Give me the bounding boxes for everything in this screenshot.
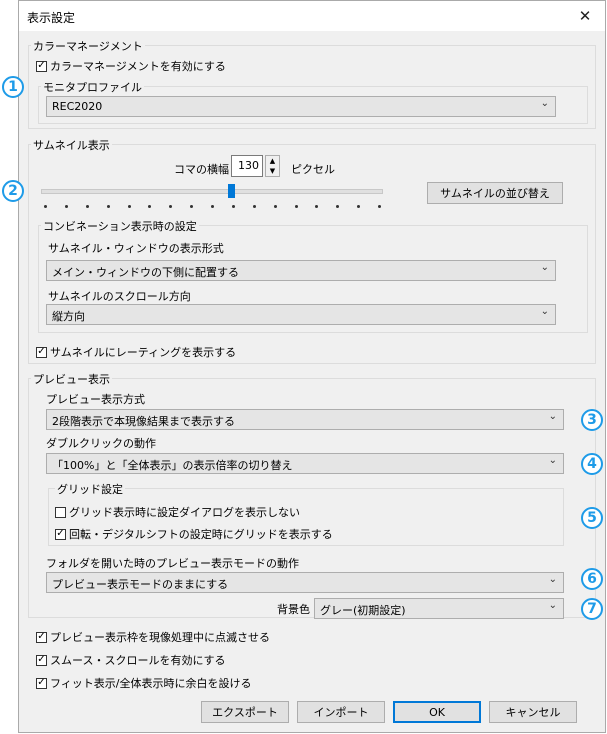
slider-tick xyxy=(106,205,110,208)
folder-open-label: フォルダを開いた時のプレビュー表示モードの動作 xyxy=(46,557,299,570)
close-icon: ✕ xyxy=(578,7,592,25)
callout-1: 1 xyxy=(2,76,24,98)
blink-frame-checkbox[interactable]: ✓ プレビュー表示枠を現像処理中に点滅させる xyxy=(36,629,270,645)
monitor-profile-label: モニタプロファイル xyxy=(41,79,144,95)
slider-tick xyxy=(378,205,381,208)
preview-method-select[interactable]: 2段階表示で本現像結果まで表示する ⌄ xyxy=(46,409,564,430)
thumbnail-scroll-select[interactable]: 縦方向 ⌄ xyxy=(46,304,556,325)
slider-tick xyxy=(44,205,47,208)
checkbox-box: ✓ xyxy=(36,654,47,666)
chevron-down-icon: ⌄ xyxy=(548,600,557,611)
folder-open-select[interactable]: プレビュー表示モードのままにする ⌄ xyxy=(46,572,564,593)
callout-3: 3 xyxy=(581,409,603,431)
title-bar: 表示設定 ✕ xyxy=(19,1,605,31)
ok-button[interactable]: OK xyxy=(393,701,481,723)
thumbnail-slider-track[interactable] xyxy=(41,189,383,194)
enable-color-management-checkbox[interactable]: ✓ カラーマネージメントを有効にする xyxy=(36,58,226,74)
slider-tick xyxy=(127,205,131,208)
slider-tick xyxy=(294,205,298,208)
double-click-select[interactable]: 「100%」と「全体表示」の表示倍率の切り替え ⌄ xyxy=(46,453,564,474)
thumbnail-label: サムネイル表示 xyxy=(31,137,112,153)
slider-tick xyxy=(85,205,89,208)
import-button[interactable]: インポート xyxy=(297,701,385,723)
frame-width-spinner[interactable]: ▲ ▼ xyxy=(265,155,280,177)
preview-label: プレビュー表示 xyxy=(31,371,112,387)
smooth-scroll-checkbox[interactable]: ✓ スムース・スクロールを有効にする xyxy=(36,652,226,668)
background-color-label: 背景色 xyxy=(277,603,310,616)
close-button[interactable]: ✕ xyxy=(565,1,605,31)
frame-width-input[interactable]: 130 xyxy=(231,155,263,177)
checkbox-box xyxy=(55,506,66,518)
slider-tick xyxy=(231,205,235,208)
combination-label: コンビネーション表示時の設定 xyxy=(41,218,199,234)
checkbox-box: ✓ xyxy=(36,60,47,72)
callout-7: 7 xyxy=(581,598,603,620)
thumbnail-format-label: サムネイル・ウィンドウの表示形式 xyxy=(48,242,224,255)
sort-thumbnails-button[interactable]: サムネイルの並び替え xyxy=(427,182,563,204)
thumbnail-slider-thumb[interactable] xyxy=(228,184,236,198)
cancel-button[interactable]: キャンセル xyxy=(489,701,577,723)
chevron-down-icon: ⌄ xyxy=(548,411,557,422)
window-title: 表示設定 xyxy=(27,11,76,25)
slider-tick xyxy=(273,205,277,208)
grid-settings-label: グリッド設定 xyxy=(55,481,125,497)
chevron-down-icon: ⌄ xyxy=(548,455,557,466)
thumbnail-scroll-label: サムネイルのスクロール方向 xyxy=(48,290,191,303)
thumbnail-format-select[interactable]: メイン・ウィンドウの下側に配置する ⌄ xyxy=(46,260,556,281)
rating-checkbox[interactable]: ✓ サムネイルにレーティングを表示する xyxy=(36,344,236,360)
slider-tick xyxy=(211,205,214,208)
frame-width-label: コマの横幅 xyxy=(174,163,229,176)
double-click-label: ダブルクリックの動作 xyxy=(46,437,156,450)
chevron-down-icon: ⌄ xyxy=(540,98,549,109)
spin-up-icon[interactable]: ▲ xyxy=(266,156,279,166)
grid-on-rotate-checkbox[interactable]: ✓ 回転・デジタルシフトの設定時にグリッドを表示する xyxy=(55,526,333,542)
grid-no-dialog-checkbox[interactable]: グリッド表示時に設定ダイアログを表示しない xyxy=(55,504,300,520)
checkbox-box: ✓ xyxy=(36,631,47,643)
monitor-profile-select[interactable]: REC2020 ⌄ xyxy=(46,96,556,117)
checkbox-box: ✓ xyxy=(36,346,47,358)
callout-4: 4 xyxy=(581,453,603,475)
display-settings-dialog: 表示設定 ✕ カラーマネージメント ✓ カラーマネージメントを有効にする モニタ… xyxy=(18,0,606,733)
chevron-down-icon: ⌄ xyxy=(540,306,549,317)
callout-5: 5 xyxy=(581,507,603,529)
chevron-down-icon: ⌄ xyxy=(548,574,557,585)
color-management-label: カラーマネージメント xyxy=(31,38,145,54)
callout-6: 6 xyxy=(581,568,603,590)
slider-tick xyxy=(252,205,256,208)
callout-2: 2 xyxy=(2,180,24,202)
chevron-down-icon: ⌄ xyxy=(540,262,549,273)
checkbox-box: ✓ xyxy=(55,528,66,540)
fit-margin-checkbox[interactable]: ✓ フィット表示/全体表示時に余白を設ける xyxy=(36,675,252,691)
slider-tick xyxy=(64,205,68,208)
spin-down-icon[interactable]: ▼ xyxy=(266,166,279,176)
export-button[interactable]: エクスポート xyxy=(201,701,289,723)
checkbox-box: ✓ xyxy=(36,677,47,689)
preview-method-label: プレビュー表示方式 xyxy=(46,393,145,406)
background-color-select[interactable]: グレー(初期設定) ⌄ xyxy=(314,598,564,619)
frame-width-unit: ピクセル xyxy=(291,163,335,176)
